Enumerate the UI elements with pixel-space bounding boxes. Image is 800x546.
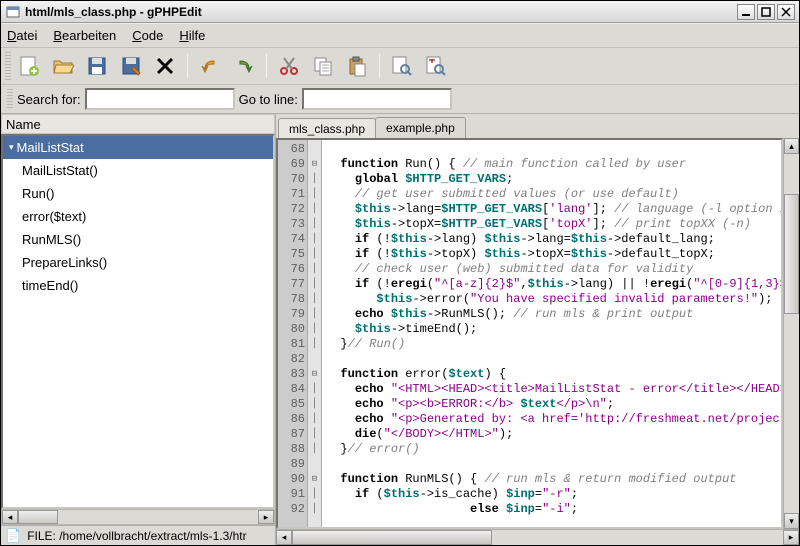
sidebar: Name ▾MailListStat MailListStat() Run() err… — [1, 114, 276, 545]
scroll-right-icon[interactable]: ▸ — [783, 530, 799, 545]
scroll-left-icon[interactable]: ◂ — [2, 510, 18, 524]
scroll-up-icon[interactable]: ▴ — [784, 138, 799, 154]
toolbar-grip[interactable] — [5, 52, 11, 80]
scroll-thumb[interactable] — [784, 194, 799, 314]
toolbar — [1, 47, 799, 85]
find-button[interactable] — [386, 50, 418, 82]
close-file-button[interactable] — [149, 50, 181, 82]
sidebar-hscroll[interactable]: ◂ ▸ — [1, 509, 275, 525]
toolbar-separator — [266, 54, 267, 78]
tree-item[interactable]: MailListStat() — [3, 159, 273, 182]
tab[interactable]: mls_class.php — [278, 118, 376, 139]
undo-button[interactable] — [194, 50, 226, 82]
tree-item[interactable]: RunMLS() — [3, 228, 273, 251]
save-as-button[interactable] — [115, 50, 147, 82]
app-icon — [5, 4, 21, 20]
searchbar: Search for: Go to line: — [1, 85, 799, 113]
menu-datei[interactable]: Datei — [7, 28, 37, 43]
class-tree[interactable]: ▾MailListStat MailListStat() Run() error($t… — [1, 134, 275, 509]
scroll-right-icon[interactable]: ▸ — [258, 510, 274, 524]
scroll-thumb[interactable] — [292, 530, 492, 545]
sidebar-header[interactable]: Name — [1, 114, 275, 134]
scroll-left-icon[interactable]: ◂ — [276, 530, 292, 545]
main-area: Name ▾MailListStatMailListStat()Run()err… — [1, 113, 799, 545]
tree-item[interactable]: error($text) — [3, 205, 273, 228]
toolbar-separator — [379, 54, 380, 78]
statusbar: 📄 FILE: /home/vollbracht/extract/mls-1.3… — [1, 525, 275, 545]
search-input[interactable] — [85, 88, 235, 110]
replace-button[interactable] — [420, 50, 452, 82]
tab[interactable]: example.php — [375, 117, 466, 138]
searchbar-grip[interactable] — [7, 89, 13, 109]
redo-button[interactable] — [228, 50, 260, 82]
tree-item[interactable]: PrepareLinks() — [3, 251, 273, 274]
tree-item-label: RunMLS() — [22, 232, 81, 247]
copy-button[interactable] — [307, 50, 339, 82]
editor[interactable]: 6869707172737475767778798081828384858687… — [276, 138, 783, 529]
fold-gutter[interactable]: ⊟││││││││││││⊟│││││⊟││ — [308, 140, 322, 527]
status-text: FILE: /home/vollbracht/extract/mls-1.3/h… — [27, 529, 246, 543]
save-button[interactable] — [81, 50, 113, 82]
close-button[interactable] — [777, 4, 795, 20]
cut-button[interactable] — [273, 50, 305, 82]
tree-item[interactable]: timeEnd() — [3, 274, 273, 297]
new-file-button[interactable] — [13, 50, 45, 82]
tree-item-label: timeEnd() — [22, 278, 78, 293]
code-area[interactable]: function Run() { // main function called… — [322, 140, 781, 527]
editor-vscroll[interactable]: ▴ ▾ — [783, 138, 799, 529]
file-icon: 📄 — [5, 528, 21, 544]
scroll-thumb[interactable] — [18, 510, 58, 524]
tree-item-label: error($text) — [22, 209, 86, 224]
tree-item-label: MailListStat — [17, 140, 84, 155]
tree-item[interactable]: Run() — [3, 182, 273, 205]
maximize-button[interactable] — [757, 4, 775, 20]
tree-item-label: Run() — [22, 186, 55, 201]
tree-expand-icon[interactable]: ▾ — [9, 142, 14, 153]
menu-code[interactable]: Code — [132, 28, 163, 43]
tree-item-label: PrepareLinks() — [22, 255, 107, 270]
tab-bar: mls_class.phpexample.php — [276, 114, 799, 138]
scroll-down-icon[interactable]: ▾ — [784, 513, 799, 529]
menubar: Datei Bearbeiten Code Hilfe — [1, 23, 799, 47]
main-window: html/mls_class.php - gPHPEdit Datei Bearb… — [0, 0, 800, 546]
menu-bearbeiten[interactable]: Bearbeiten — [53, 28, 116, 43]
tree-item-label: MailListStat() — [22, 163, 98, 178]
goto-input[interactable] — [302, 88, 452, 110]
paste-button[interactable] — [341, 50, 373, 82]
toolbar-separator — [187, 54, 188, 78]
menu-hilfe[interactable]: Hilfe — [179, 28, 205, 43]
editor-hscroll[interactable]: ◂ ▸ — [276, 529, 799, 545]
line-gutter: 6869707172737475767778798081828384858687… — [278, 140, 308, 527]
search-label: Search for: — [17, 92, 81, 107]
titlebar: html/mls_class.php - gPHPEdit — [1, 1, 799, 23]
goto-label: Go to line: — [239, 92, 298, 107]
open-file-button[interactable] — [47, 50, 79, 82]
window-title: html/mls_class.php - gPHPEdit — [25, 5, 733, 19]
minimize-button[interactable] — [737, 4, 755, 20]
tree-item[interactable]: ▾MailListStat — [3, 136, 273, 159]
editor-panel: mls_class.phpexample.php 686970717273747… — [276, 114, 799, 545]
